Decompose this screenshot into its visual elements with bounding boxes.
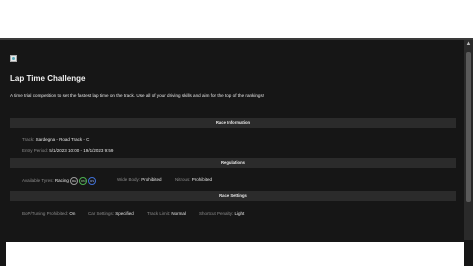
tyres-value: Racing	[54, 178, 69, 184]
entry-period-label: Entry Period:	[22, 148, 49, 153]
panel-top-border	[0, 38, 473, 40]
tyre-compound-badges: RH RM RS	[70, 177, 97, 185]
tyre-badge-rm: RM	[79, 177, 88, 185]
page-title: Lap Time Challenge	[10, 74, 86, 83]
bop-value: On	[69, 211, 76, 216]
car-settings-label: Car Settings:	[88, 211, 115, 216]
wide-body-label: Wide Body:	[117, 177, 141, 182]
entry-period-value: 5/1/2023 10:00 - 19/1/2023 9:59	[49, 148, 114, 153]
scrollbar[interactable]: ▲	[464, 40, 473, 240]
race-information-header: Race Information	[10, 118, 456, 128]
nitrous-label: Nitrous:	[175, 177, 191, 182]
car-settings-value: Specified	[115, 211, 134, 216]
track-label: Track:	[22, 137, 35, 142]
track-limit-label: Track Limit:	[147, 211, 171, 216]
wide-body-value: Prohibited	[141, 177, 162, 182]
tyres-label: Available Tyres:	[22, 178, 54, 184]
shortcut-penalty-value: Light	[234, 211, 245, 216]
tyre-badge-rh: RH	[70, 177, 79, 185]
broken-image-icon	[10, 55, 18, 63]
bottom-overlay	[6, 242, 464, 266]
scroll-up-arrow-icon[interactable]: ▲	[465, 41, 472, 47]
race-settings-header: Race Settings	[10, 191, 456, 201]
shortcut-penalty-label: Shortcut Penalty:	[199, 211, 234, 216]
page-description: A time trial competition to set the fast…	[10, 93, 265, 98]
track-limit-value: Normal	[171, 211, 186, 216]
tyre-badge-rs: RS	[88, 177, 97, 185]
regulations-header: Regulations	[10, 158, 456, 168]
track-value: Sardegna - Road Track - C	[35, 137, 90, 142]
scrollbar-thumb[interactable]	[466, 52, 471, 202]
nitrous-value: Prohibited	[191, 177, 213, 182]
bop-label: BoP/Tuning Prohibited:	[22, 211, 69, 216]
